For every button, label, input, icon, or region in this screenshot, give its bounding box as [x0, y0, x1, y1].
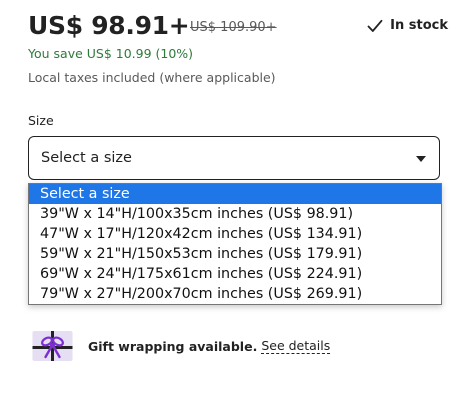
- gift-wrapping-text: Gift wrapping available.: [88, 338, 258, 354]
- size-option-79w[interactable]: 79"W x 27"H/200x70cm inches (US$ 269.91): [29, 284, 441, 304]
- current-price: US$ 98.91+: [28, 11, 190, 40]
- gift-wrapping-row: Gift wrapping available. See details: [32, 330, 331, 362]
- size-option-47w[interactable]: 47"W x 17"H/120x42cm inches (US$ 134.91): [29, 224, 441, 244]
- size-option-69w[interactable]: 69"W x 24"H/175x61cm inches (US$ 224.91): [29, 264, 441, 284]
- tax-note: Local taxes included (where applicable): [28, 70, 276, 85]
- checkmark-icon: [367, 19, 383, 32]
- size-select-value: Select a size: [41, 150, 132, 166]
- size-dropdown-list: Select a size 39"W x 14"H/100x35cm inche…: [28, 183, 442, 305]
- see-details-link[interactable]: See details: [261, 338, 331, 354]
- size-select[interactable]: Select a size: [28, 136, 440, 180]
- size-option-placeholder[interactable]: Select a size: [29, 184, 441, 204]
- size-option-59w[interactable]: 59"W x 21"H/150x53cm inches (US$ 179.91): [29, 244, 441, 264]
- size-label: Size: [28, 113, 54, 128]
- price-row: US$ 98.91+ US$ 109.90+ In stock: [28, 8, 448, 48]
- stock-status: In stock: [367, 18, 448, 33]
- savings-text: You save US$ 10.99 (10%): [28, 46, 194, 61]
- original-price: US$ 109.90+: [190, 20, 277, 35]
- stock-status-label: In stock: [390, 18, 448, 33]
- size-option-39w[interactable]: 39"W x 14"H/100x35cm inches (US$ 98.91): [29, 204, 441, 224]
- caret-down-icon: [416, 156, 426, 162]
- gift-box-icon: [32, 331, 73, 361]
